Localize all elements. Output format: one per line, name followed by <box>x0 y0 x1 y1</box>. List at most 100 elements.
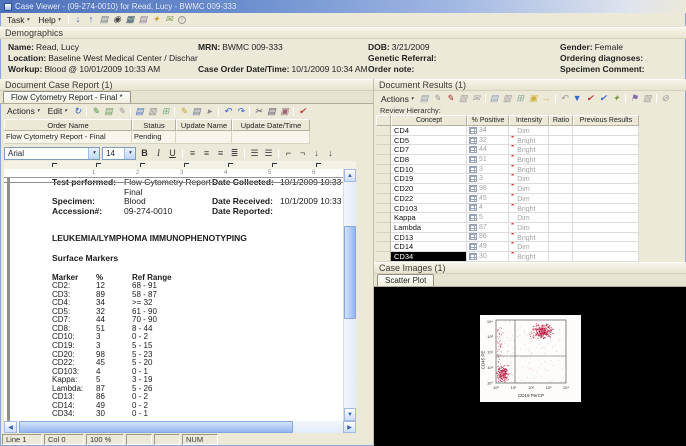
result-row[interactable]: CD22 45 * Dim <box>376 194 686 204</box>
dark-image-icon[interactable]: ▦ <box>124 14 137 26</box>
result-row[interactable]: CD20 98 * Dim <box>376 184 686 194</box>
result-row[interactable]: CD103 4 * Bright <box>376 204 686 214</box>
concept-cell[interactable]: CD22 <box>391 194 467 204</box>
new-document-icon[interactable]: ▤ <box>98 14 111 26</box>
result-row[interactable]: CD19 3 * Dim <box>376 174 686 184</box>
help-menu[interactable]: Help ▾ <box>34 14 64 26</box>
concept-cell[interactable]: CD34 <box>391 252 467 262</box>
no-entry-icon[interactable]: ⊘ <box>659 93 672 105</box>
bold-button[interactable]: B <box>138 147 151 160</box>
result-row[interactable]: Kappa 5 * Dim <box>376 213 686 223</box>
result-row[interactable]: CD4 34 * Dim <box>376 126 686 136</box>
document-history-icon[interactable]: ▥ <box>146 105 159 117</box>
blue-check-icon[interactable]: ✔ <box>597 93 610 105</box>
forward-icon[interactable]: ▸ <box>203 105 216 117</box>
stamp-icon[interactable]: ▥ <box>457 93 470 105</box>
concept-cell[interactable]: CD8 <box>391 155 467 165</box>
vertical-scrollbar[interactable]: ▲ ▼ <box>343 169 356 421</box>
align-center-button[interactable]: ≡ <box>200 147 213 160</box>
redo-icon[interactable]: ↷ <box>234 105 247 117</box>
record-icon[interactable]: ◉ <box>111 14 124 26</box>
concept-cell[interactable]: CD19 <box>391 174 467 184</box>
scroll-thumb[interactable] <box>344 226 356 319</box>
align-right-button[interactable]: ≡ <box>214 147 227 160</box>
hierarchy-icon[interactable]: ⊞ <box>514 93 527 105</box>
comment-icon[interactable]: ✉ <box>163 14 176 26</box>
underline-button[interactable]: U <box>166 147 179 160</box>
highlighter-icon[interactable]: ✎ <box>177 105 190 117</box>
yellow-arrow-icon[interactable]: → <box>540 93 553 105</box>
horizontal-scrollbar[interactable]: ◀ ▶ <box>4 421 356 433</box>
concept-cell[interactable]: CD14 <box>391 242 467 252</box>
undo-icon[interactable]: ↶ <box>221 105 234 117</box>
result-row[interactable]: Lambda 87 * Dim <box>376 223 686 233</box>
ruler[interactable]: 123456 <box>4 169 343 178</box>
filter-icon[interactable]: ▼ <box>571 93 584 105</box>
info-icon[interactable]: i <box>176 14 189 26</box>
cut-icon[interactable]: ✂ <box>252 105 265 117</box>
result-row[interactable]: CD8 51 * Bright <box>376 155 686 165</box>
undo-icon[interactable]: ↶ <box>558 93 571 105</box>
concept-cell[interactable]: CD13 <box>391 233 467 243</box>
result-row[interactable]: CD7 44 * Bright <box>376 145 686 155</box>
refresh-document-icon[interactable]: ▤ <box>418 93 431 105</box>
font-family-select[interactable]: Arial ▾ <box>4 147 100 160</box>
tab-center-button[interactable]: ¬ <box>296 147 309 160</box>
order-row[interactable]: Flow Cytometry Report - FinalPending <box>4 131 373 144</box>
align-left-button[interactable]: ≡ <box>186 147 199 160</box>
justify-button[interactable]: ≣ <box>228 147 241 160</box>
result-row[interactable]: CD14 49 * Dim <box>376 242 686 252</box>
dropdown-arrow-icon[interactable]: ▾ <box>124 148 135 159</box>
signature-icon[interactable]: ✎ <box>444 93 457 105</box>
scroll-right-arrow[interactable]: ▶ <box>343 421 356 433</box>
edit-menu[interactable]: Edit ▾ <box>44 105 71 117</box>
bullet-list-button[interactable]: ☰ <box>262 147 275 160</box>
italic-button[interactable]: I <box>152 147 165 160</box>
spellcheck-icon[interactable]: ✔ <box>296 105 309 117</box>
scroll-thumb[interactable] <box>19 421 293 433</box>
key-icon[interactable]: ✦ <box>150 14 163 26</box>
result-row[interactable]: CD5 32 * Bright <box>376 136 686 146</box>
image-icon[interactable]: ▤ <box>137 14 150 26</box>
concept-cell[interactable]: CD4 <box>391 126 467 136</box>
actions-menu[interactable]: Actions ▾ <box>3 105 44 117</box>
scroll-down-arrow[interactable]: ▼ <box>344 408 356 421</box>
actions-menu[interactable]: Actions ▾ <box>377 93 418 105</box>
stamp-pair-icon[interactable]: ▥ <box>641 93 654 105</box>
concept-cell[interactable]: CD20 <box>391 184 467 194</box>
tab-right-button[interactable]: ↓ <box>324 147 337 160</box>
tab-flow-cytometry-report[interactable]: Flow Cytometry Report - Final * <box>3 91 131 103</box>
mail-icon[interactable]: ✉ <box>470 93 483 105</box>
copy-document-icon[interactable]: ▤ <box>488 93 501 105</box>
scatter-plot-image[interactable]: 10⁰ 10¹ 10² 10³ 10⁴ 10⁰ 10¹ 10² 10³ 10⁴ <box>480 315 581 402</box>
font-size-select[interactable]: 14 ▾ <box>102 147 136 160</box>
paste-icon[interactable]: ▣ <box>278 105 291 117</box>
numbered-list-button[interactable]: ☰ <box>248 147 261 160</box>
hierarchy-icon[interactable]: ⊞ <box>159 105 172 117</box>
sign-document-icon[interactable]: ▤ <box>102 105 115 117</box>
flag-icon[interactable]: ⚑ <box>628 93 641 105</box>
tab-stop-strip[interactable] <box>4 161 356 169</box>
move-up-icon[interactable]: ↑ <box>85 14 98 26</box>
refresh-icon[interactable]: ↻ <box>71 105 84 117</box>
document-editor[interactable]: Test performed: Flow Cytometry Report - … <box>4 178 343 421</box>
copy-icon[interactable]: ▤ <box>265 105 278 117</box>
red-check-icon[interactable]: ✔ <box>584 93 597 105</box>
leaf-icon[interactable]: ✦ <box>610 93 623 105</box>
yellow-note-icon[interactable]: ▣ <box>527 93 540 105</box>
concept-cell[interactable]: CD7 <box>391 145 467 155</box>
task-menu[interactable]: Task ▾ <box>3 14 33 26</box>
copy-document-icon[interactable]: ▤ <box>133 105 146 117</box>
concept-cell[interactable]: CD5 <box>391 136 467 146</box>
concept-cell[interactable]: CD103 <box>391 204 467 214</box>
pencil-icon[interactable]: ✎ <box>431 93 444 105</box>
tab-decimal-button[interactable]: ↓ <box>310 147 323 160</box>
scroll-up-arrow[interactable]: ▲ <box>344 169 356 182</box>
document-history-icon[interactable]: ▥ <box>501 93 514 105</box>
scroll-left-arrow[interactable]: ◀ <box>4 421 17 433</box>
pencil-icon[interactable]: ✎ <box>115 105 128 117</box>
result-row[interactable]: CD13 86 * Bright <box>376 233 686 243</box>
move-down-icon[interactable]: ↓ <box>72 14 85 26</box>
tab-scatter-plot[interactable]: Scatter Plot <box>377 274 434 286</box>
dropdown-arrow-icon[interactable]: ▾ <box>88 148 99 159</box>
